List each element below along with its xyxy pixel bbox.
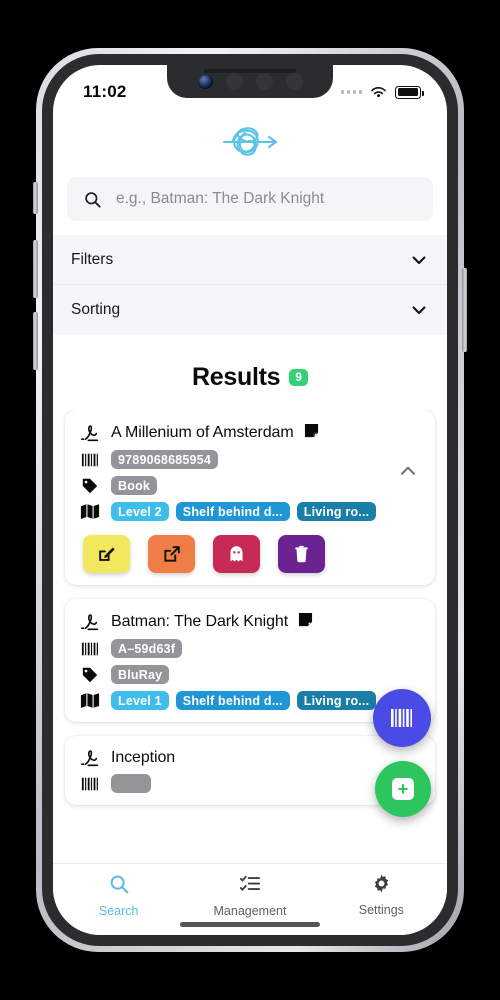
card-identifier-row: A–59d63f <box>79 639 421 658</box>
mute-switch[interactable] <box>33 182 38 214</box>
card-identifier-row: 9789068685954 <box>79 450 421 469</box>
open-external-button[interactable] <box>148 535 195 573</box>
sensor-icon <box>225 73 243 90</box>
checklist-icon <box>239 873 261 900</box>
search-icon <box>108 873 130 900</box>
external-link-icon <box>163 546 180 562</box>
filter-sort-section: Filters Sorting <box>53 235 447 335</box>
screenshot-root: 11:02 e.g., Batman: The Dark Knight Filt… <box>0 0 500 1000</box>
collapse-card-button[interactable] <box>395 458 421 484</box>
barcode-icon <box>391 709 412 727</box>
results-section: Results 9 A Millenium of Amsterdam 97890… <box>53 335 447 819</box>
status-time: 11:02 <box>83 82 127 101</box>
battery-full-icon <box>395 85 424 99</box>
signature-icon <box>79 613 101 631</box>
front-camera-icon <box>197 74 213 89</box>
chevron-down-icon <box>412 255 426 264</box>
identifier-chip: 9789068685954 <box>111 450 218 469</box>
tab-settings[interactable]: Settings <box>316 873 446 917</box>
signature-icon <box>79 424 101 442</box>
scribble-arrow-logo <box>222 127 278 156</box>
delete-button[interactable] <box>278 535 325 573</box>
type-chip: Book <box>111 476 158 495</box>
accordion-sorting[interactable]: Sorting <box>53 285 447 335</box>
power-button[interactable] <box>462 268 467 352</box>
volume-down-button[interactable] <box>33 312 38 370</box>
card-title-row: A Millenium of Amsterdam <box>79 423 421 443</box>
sticky-note-icon <box>304 423 319 443</box>
card-title-row: Inception <box>79 749 421 767</box>
tag-icon <box>79 477 101 495</box>
volume-up-button[interactable] <box>33 240 38 298</box>
accordion-filters-label: Filters <box>71 250 114 268</box>
scan-barcode-fab[interactable] <box>373 689 431 747</box>
location-chips: Level 1 Shelf behind d... Living ro... <box>111 691 377 710</box>
earpiece-speaker <box>204 69 296 73</box>
signature-icon <box>79 749 101 767</box>
chevron-up-icon <box>401 466 415 475</box>
location-chip: Shelf behind d... <box>175 691 290 710</box>
card-title-row: Batman: The Dark Knight <box>79 612 421 632</box>
tab-search-label: Search <box>98 904 139 918</box>
location-chip: Level 1 <box>111 691 169 710</box>
sticky-note-icon <box>298 612 313 632</box>
edit-button[interactable] <box>83 535 130 573</box>
results-count-badge: 9 <box>289 368 308 387</box>
card-title: Inception <box>111 749 176 766</box>
card-title: A Millenium of Amsterdam <box>111 424 294 441</box>
card-location-row: Level 2 Shelf behind d... Living ro... <box>79 502 421 521</box>
plus-square-icon: + <box>392 778 414 800</box>
add-item-fab[interactable]: + <box>375 761 431 817</box>
card-type-row: BluRay <box>79 665 421 684</box>
gear-icon <box>371 873 392 899</box>
search-input[interactable]: e.g., Batman: The Dark Knight <box>67 177 433 221</box>
card-actions <box>79 535 421 573</box>
pencil-square-icon <box>98 547 115 561</box>
chevron-down-icon <box>412 306 426 315</box>
location-chip: Living ro... <box>296 502 377 521</box>
barcode-icon <box>79 641 101 657</box>
results-header: Results 9 <box>53 335 447 410</box>
type-chip: BluRay <box>111 665 170 684</box>
identifier-chip: A–59d63f <box>111 639 183 658</box>
app-logo-header <box>53 111 447 173</box>
results-list: A Millenium of Amsterdam 9789068685954 B… <box>53 410 447 819</box>
location-chip: Level 2 <box>111 502 169 521</box>
location-chip: Living ro... <box>296 691 377 710</box>
map-icon <box>79 503 101 520</box>
accordion-sorting-label: Sorting <box>71 301 121 318</box>
map-icon <box>79 692 101 709</box>
wifi-icon <box>371 87 386 98</box>
card-identifier-row <box>79 774 421 793</box>
sensor-icon <box>285 73 303 90</box>
sensor-icon <box>255 73 273 90</box>
location-chip: Shelf behind d... <box>175 502 290 521</box>
tab-management[interactable]: Management <box>185 873 315 918</box>
card-title: Batman: The Dark Knight <box>111 613 289 630</box>
barcode-icon <box>79 452 101 468</box>
search-section: e.g., Batman: The Dark Knight <box>53 173 447 221</box>
tag-icon <box>79 666 101 684</box>
home-indicator[interactable] <box>180 922 320 927</box>
location-chips: Level 2 Shelf behind d... Living ro... <box>111 502 377 521</box>
card-type-row: Book <box>79 476 421 495</box>
search-icon <box>85 191 101 208</box>
search-placeholder: e.g., Batman: The Dark Knight <box>116 190 325 207</box>
phone-screen: 11:02 e.g., Batman: The Dark Knight Filt… <box>53 65 447 935</box>
identifier-chip <box>111 774 151 793</box>
status-icons <box>340 85 424 99</box>
ghost-icon <box>230 546 243 562</box>
notch <box>167 65 333 98</box>
page-title: Results <box>192 363 281 391</box>
tab-management-label: Management <box>213 904 287 918</box>
barcode-icon <box>79 776 101 792</box>
card-location-row: Level 1 Shelf behind d... Living ro... <box>79 691 421 710</box>
ghost-button[interactable] <box>213 535 260 573</box>
accordion-filters[interactable]: Filters <box>53 235 447 285</box>
tab-search[interactable]: Search <box>54 873 184 918</box>
tab-settings-label: Settings <box>358 903 404 917</box>
result-card[interactable]: A Millenium of Amsterdam 9789068685954 B… <box>65 410 435 585</box>
trash-icon <box>295 545 308 563</box>
cellular-dots-icon <box>340 90 362 94</box>
